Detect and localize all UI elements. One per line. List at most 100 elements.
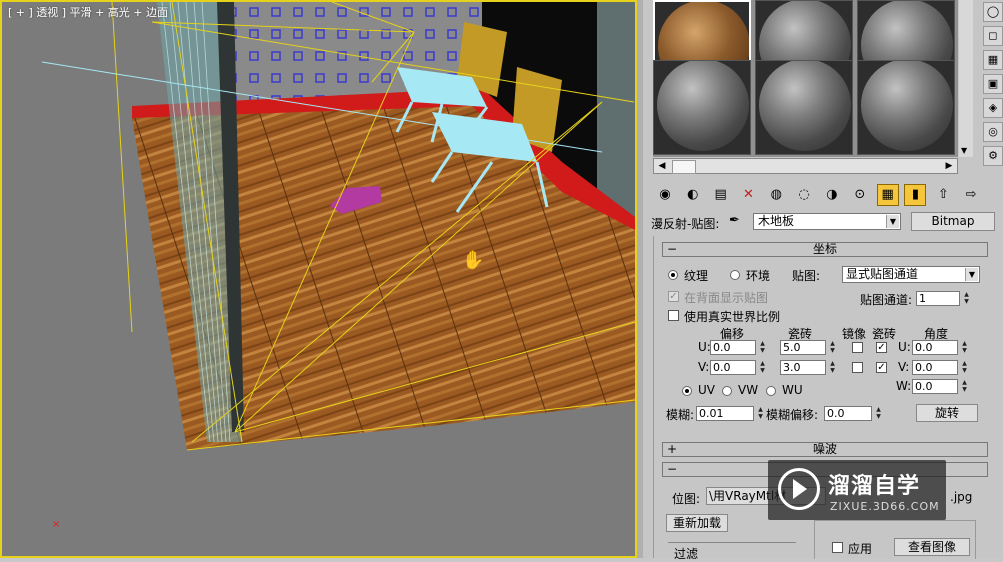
material-slots	[653, 0, 958, 157]
v-tiling-field[interactable]: 3.0	[780, 360, 826, 375]
w-angle-spinner[interactable]: ▲ ▼	[960, 379, 969, 394]
noise-title: 噪波	[812, 442, 837, 456]
mapping-select[interactable]: 显式贴图通道 ▼	[842, 266, 980, 283]
real-world-checkbox[interactable]	[668, 310, 679, 321]
blur-field[interactable]: 0.01	[696, 406, 754, 421]
apply-checkbox[interactable]	[832, 542, 843, 553]
map-type-button[interactable]: Bitmap	[911, 212, 995, 231]
v-offset-spinner[interactable]: ▲ ▼	[758, 360, 767, 375]
svg-text:×: ×	[52, 519, 60, 530]
backlight-icon[interactable]: ◻	[983, 26, 1003, 46]
noise-rollout-header[interactable]: + 噪波	[662, 442, 988, 457]
scroll-down-icon[interactable]: ▼	[961, 146, 967, 155]
v-offset-field[interactable]: 0.0	[710, 360, 756, 375]
slots-vertical-scrollbar[interactable]: ▼	[959, 0, 973, 157]
u-tile-checkbox[interactable]: ✓	[876, 342, 887, 353]
viewport-label[interactable]: [ + ] 透视 ] 平滑 + 高光 + 边面	[8, 4, 168, 20]
watermark-url: ZIXUE.3D66.COM	[830, 500, 940, 513]
texture-label: 纹理	[684, 269, 709, 283]
u-tiling-spinner[interactable]: ▲ ▼	[828, 340, 837, 355]
u-mirror-checkbox[interactable]	[852, 342, 863, 353]
show-end-result-icon[interactable]: ▮	[904, 184, 927, 206]
blur-offset-spinner[interactable]: ▲ ▼	[874, 406, 883, 421]
diffuse-map-label: 漫反射-贴图:	[651, 217, 720, 231]
v-mirror-checkbox[interactable]	[852, 362, 863, 373]
scroll-left-icon[interactable]: ◀	[655, 160, 669, 172]
texture-radio[interactable]	[668, 270, 678, 280]
v-tile-checkbox[interactable]: ✓	[876, 362, 887, 373]
eyedropper-icon[interactable]: ✒	[729, 213, 740, 228]
perspective-viewport[interactable]: [ + ] 透视 ] 平滑 + 高光 + 边面 × ✋	[0, 0, 637, 558]
scroll-right-icon[interactable]: ▶	[942, 160, 956, 172]
assign-material-icon[interactable]: ▤	[710, 184, 732, 206]
reload-button[interactable]: 重新加载	[666, 514, 728, 532]
go-to-parent-icon[interactable]: ⇧	[932, 184, 954, 206]
get-material-icon[interactable]: ◉	[654, 184, 676, 206]
v-angle-label: V:	[898, 360, 910, 374]
put-to-library-icon[interactable]: ◑	[821, 184, 843, 206]
chevron-down-icon[interactable]: ▼	[965, 268, 978, 281]
v-angle-spinner[interactable]: ▲ ▼	[960, 360, 969, 375]
put-to-scene-icon[interactable]: ◐	[682, 184, 704, 206]
blur-label: 模糊:	[666, 408, 695, 422]
show-back-label: 在背面显示贴图	[684, 291, 769, 305]
u-tiling-field[interactable]: 5.0	[780, 340, 826, 355]
filter-label: 过滤	[674, 547, 699, 561]
map-name-field[interactable]: 木地板 ▼	[753, 213, 901, 230]
background-icon[interactable]: ▦	[983, 50, 1003, 70]
mirror-header: 镜像	[842, 327, 867, 341]
viewport-scene: ×	[41, 2, 635, 530]
v-tiling-spinner[interactable]: ▲ ▼	[828, 360, 837, 375]
material-toolbar: ◉ ◐ ▤ ✕ ◍ ◌ ◑ ⊙ ▦ ▮ ⇧ ⇨	[653, 182, 998, 208]
map-channel-spinner[interactable]: ▲ ▼	[962, 291, 971, 306]
uv-radio[interactable]	[682, 386, 692, 396]
mapping-label: 贴图:	[792, 269, 821, 283]
vw-radio[interactable]	[722, 386, 732, 396]
go-forward-icon[interactable]: ⇨	[960, 184, 982, 206]
material-slot-6[interactable]	[857, 60, 955, 155]
rotate-button[interactable]: 旋转	[916, 404, 978, 422]
show-map-icon[interactable]: ▦	[876, 184, 899, 206]
reset-icon[interactable]: ✕	[737, 184, 759, 206]
material-slot-5[interactable]	[755, 60, 853, 155]
coordinates-rollout-header[interactable]: − 坐标	[662, 242, 988, 257]
chevron-down-icon[interactable]: ▼	[886, 215, 899, 228]
expand-icon: +	[667, 442, 678, 456]
environ-label: 环境	[746, 269, 771, 283]
watermark-title: 溜溜自学	[828, 474, 921, 499]
blur-spinner[interactable]: ▲ ▼	[756, 406, 765, 421]
u-angle-spinner[interactable]: ▲ ▼	[960, 340, 969, 355]
map-line: 漫反射-贴图: ✒ 木地板 ▼ Bitmap	[651, 212, 996, 232]
slots-horizontal-scrollbar[interactable]: ◀ ▶	[653, 158, 958, 174]
u-angle-field[interactable]: 0.0	[912, 340, 958, 355]
u-angle-label: U:	[898, 340, 911, 354]
pan-hand-icon: ✋	[462, 250, 485, 271]
blur-offset-label: 模糊偏移:	[766, 408, 819, 422]
view-image-button[interactable]: 查看图像	[894, 538, 970, 556]
show-back-checkbox[interactable]: ✓	[668, 291, 679, 302]
sample-type-icon[interactable]: ◯	[983, 2, 1003, 22]
bitmap-label: 位图:	[672, 492, 701, 506]
make-copy-icon[interactable]: ◍	[765, 184, 787, 206]
material-id-icon[interactable]: ⊙	[849, 184, 871, 206]
w-angle-field[interactable]: 0.0	[912, 379, 958, 394]
make-unique-icon[interactable]: ◌	[793, 184, 815, 206]
wu-radio[interactable]	[766, 386, 776, 396]
map-channel-field[interactable]: 1	[916, 291, 960, 306]
material-slot-4[interactable]	[653, 60, 751, 155]
uv-label: UV	[698, 383, 715, 397]
u-offset-field[interactable]: 0.0	[710, 340, 756, 355]
uv-tiling-icon[interactable]: ▣	[983, 74, 1003, 94]
collapse-icon: −	[667, 462, 678, 476]
scroll-thumb[interactable]	[672, 160, 696, 174]
environ-radio[interactable]	[730, 270, 740, 280]
blur-offset-field[interactable]: 0.0	[824, 406, 872, 421]
make-preview-icon[interactable]: ◎	[983, 122, 1003, 142]
video-color-check-icon[interactable]: ◈	[983, 98, 1003, 118]
w-angle-label: W:	[896, 379, 912, 393]
v-angle-field[interactable]: 0.0	[912, 360, 958, 375]
u-offset-spinner[interactable]: ▲ ▼	[758, 340, 767, 355]
options-icon[interactable]: ⚙	[983, 146, 1003, 166]
collapse-icon: −	[667, 242, 678, 256]
mapping-value: 显式贴图通道	[846, 267, 919, 281]
